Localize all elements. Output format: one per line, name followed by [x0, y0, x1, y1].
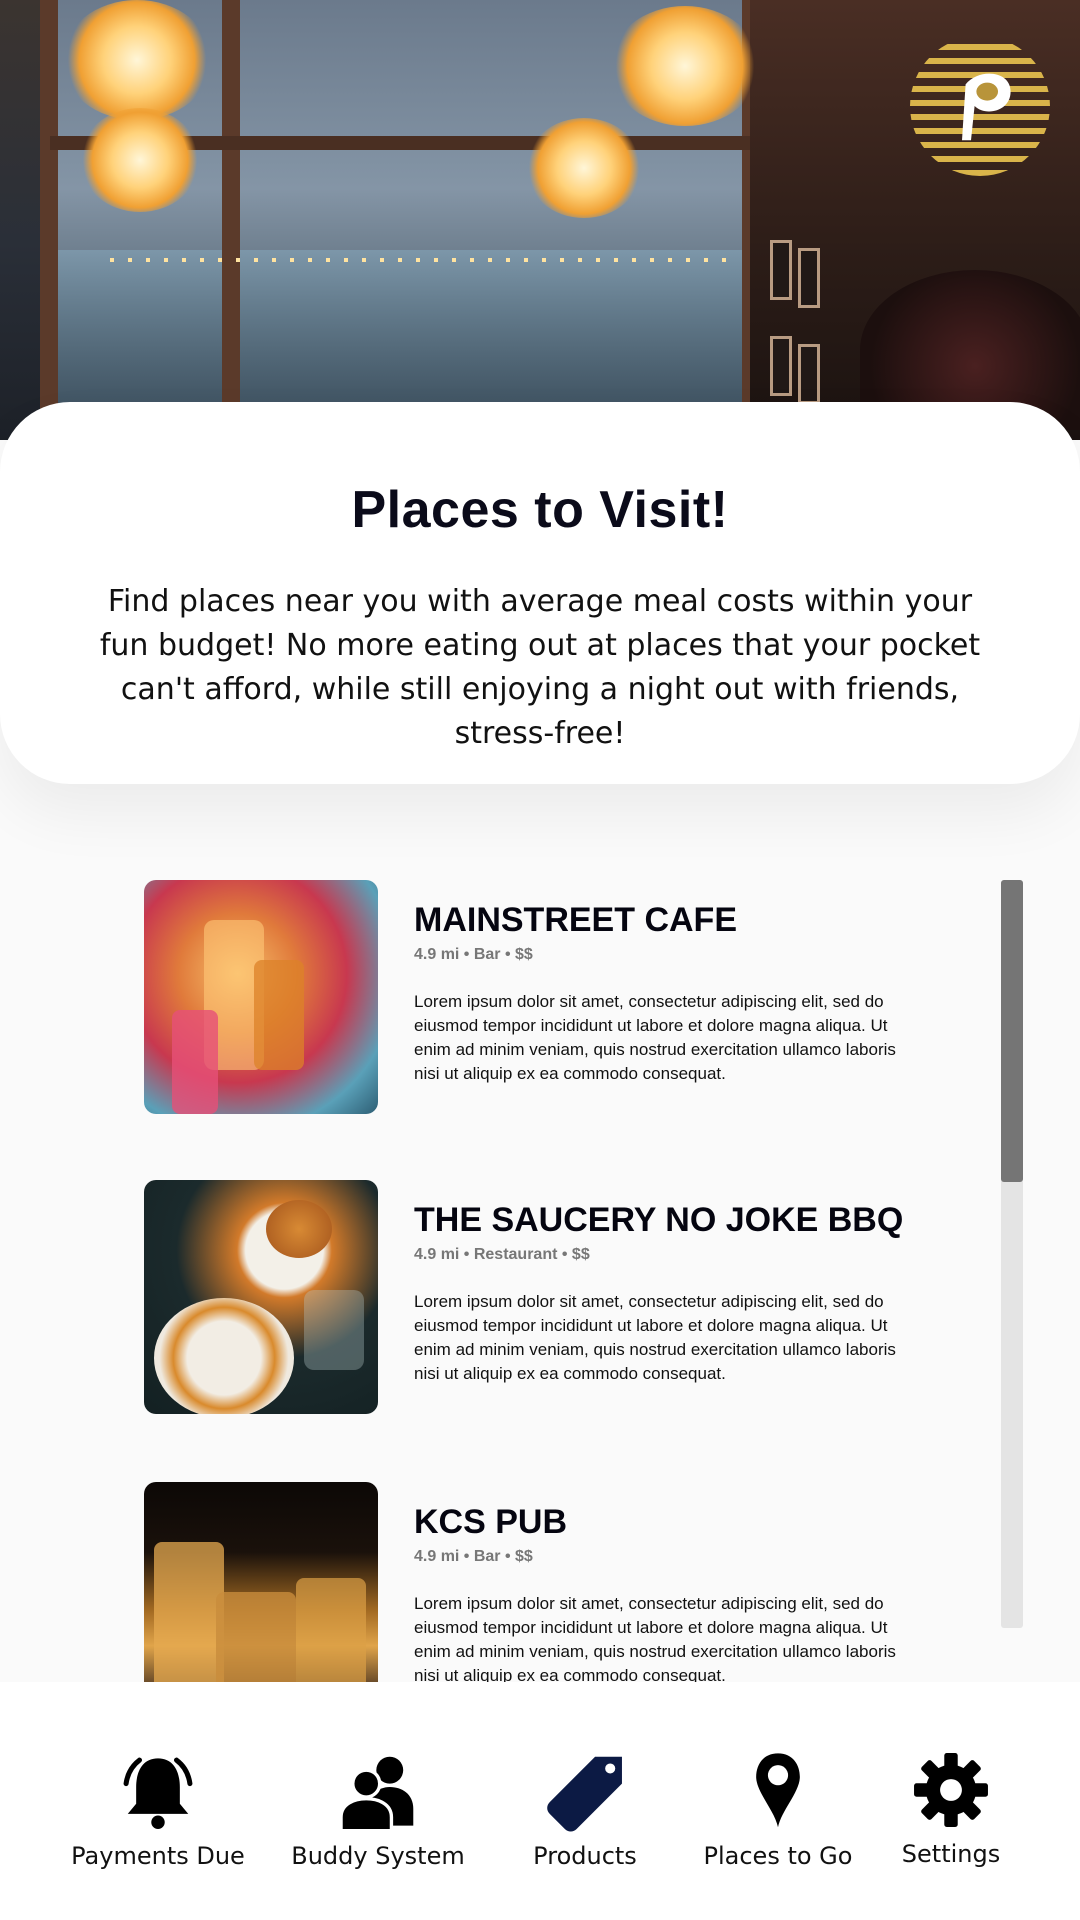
- hero-image: [0, 0, 1080, 440]
- lamp: [80, 108, 200, 212]
- string-lights: [110, 258, 730, 262]
- nav-settings[interactable]: Settings: [851, 1748, 1051, 1868]
- place-meta: 4.9 mi • Restaurant • $$: [414, 1246, 590, 1263]
- place-name: MAINSTREET CAFE: [414, 901, 737, 939]
- gear-icon: [909, 1748, 993, 1832]
- wall-frame: [770, 336, 792, 396]
- place-card[interactable]: THE SAUCERY NO JOKE BBQ 4.9 mi • Restaur…: [144, 1180, 904, 1415]
- list-scrollbar[interactable]: [1001, 880, 1023, 1628]
- wall-frame: [798, 248, 820, 308]
- place-image: [144, 1180, 378, 1414]
- nav-products[interactable]: Products: [485, 1750, 685, 1870]
- place-card[interactable]: KCS PUB 4.9 mi • Bar • $$ Lorem ipsum do…: [144, 1482, 904, 1682]
- lamp: [610, 6, 760, 126]
- map-pin-icon: [736, 1750, 820, 1834]
- place-name: KCS PUB: [414, 1503, 568, 1541]
- nav-label: Buddy System: [291, 1842, 465, 1870]
- lamp: [526, 118, 642, 218]
- place-image: [144, 1482, 378, 1682]
- place-card[interactable]: MAINSTREET CAFE 4.9 mi • Bar • $$ Lorem …: [144, 880, 904, 1115]
- wall-frame: [770, 240, 792, 300]
- nav-label: Settings: [901, 1840, 1001, 1868]
- nav-payments-due[interactable]: Payments Due: [58, 1750, 258, 1870]
- tag-icon: [543, 1750, 627, 1834]
- bell-icon: [116, 1750, 200, 1834]
- places-list[interactable]: MAINSTREET CAFE 4.9 mi • Bar • $$ Lorem …: [0, 860, 1080, 1682]
- bottom-nav: Payments Due Buddy System Products Place…: [0, 1682, 1080, 1920]
- place-image: [144, 880, 378, 1114]
- place-meta: 4.9 mi • Bar • $$: [414, 1548, 533, 1565]
- nav-label: Products: [533, 1842, 637, 1870]
- page-title: Places to Visit!: [351, 481, 729, 539]
- intro-card: Places to Visit! Find places near you wi…: [0, 402, 1080, 784]
- hero-frame: [222, 0, 240, 420]
- nav-places-to-go[interactable]: Places to Go: [678, 1750, 878, 1870]
- hero-frame: [40, 0, 58, 420]
- place-description: Lorem ipsum dolor sit amet, consectetur …: [414, 1292, 896, 1383]
- nav-buddy-system[interactable]: Buddy System: [278, 1750, 478, 1870]
- place-name: THE SAUCERY NO JOKE BBQ: [414, 1201, 904, 1239]
- p-logo-icon: [962, 73, 1011, 141]
- nav-label: Payments Due: [71, 1842, 245, 1870]
- wall-frame: [798, 344, 820, 404]
- app-logo[interactable]: [910, 36, 1050, 176]
- place-description: Lorem ipsum dolor sit amet, consectetur …: [414, 992, 896, 1083]
- users-icon: [336, 1750, 420, 1834]
- lamp: [62, 0, 212, 120]
- place-meta: 4.9 mi • Bar • $$: [414, 946, 533, 963]
- place-description: Lorem ipsum dolor sit amet, consectetur …: [414, 1594, 896, 1682]
- nav-label: Places to Go: [703, 1842, 853, 1870]
- page-description: Find places near you with average meal c…: [99, 584, 981, 751]
- scrollbar-thumb[interactable]: [1001, 880, 1023, 1182]
